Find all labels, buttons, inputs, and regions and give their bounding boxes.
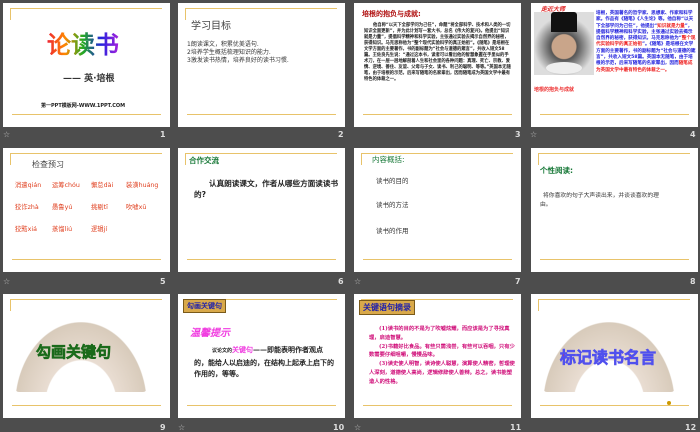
quote-item: (2)书籍好比食品。有些只需浅尝，有些可以吞咽，只有少数需要仔细咀嚼，慢慢品味。	[369, 343, 515, 359]
word-item: 懈怠dài	[91, 182, 114, 189]
slide-title: 勾画关键句	[36, 343, 112, 362]
goal-item: 2培养学生概括梳理知识的能力.	[187, 49, 271, 56]
word-item: 逻辑jí	[91, 226, 108, 233]
word-item: 吹嘘xū	[126, 204, 147, 211]
hat-shape	[551, 12, 577, 32]
word-item: 愚鲁yú	[52, 204, 73, 211]
slide-number: 3	[515, 130, 521, 139]
slide-body: 认真朗读课文，作者从哪些方面读读书的?	[194, 179, 339, 199]
slide-title: 学习目标	[191, 21, 231, 32]
slide-title: 内容概括:	[372, 155, 405, 164]
goal-item: 1朗读课文，积累优美语句.	[187, 41, 259, 48]
slide-thumbnail-8[interactable]: 个性阅读: 将你喜欢的句子大声读出来，并谈谈喜欢的理由。	[531, 148, 698, 272]
word-grid: 消遣qián 运筹chóu 懈怠dài 装潢huáng 狡诈zhà 愚鲁yú 挑剔tī 吹嘘…	[15, 175, 158, 241]
ruff-collar	[546, 62, 582, 74]
word-item: 挑剔tī	[91, 204, 108, 211]
slide-number: 4	[690, 130, 696, 139]
slide-thumbnail-5[interactable]: 检查预习 消遣qián 运筹chóu 懈怠dài 装潢huáng 狡诈zhà 愚鲁yú 挑…	[3, 148, 170, 272]
slide-thumbnail-11[interactable]: 关键语句摘录 (1)读书的目的不是为了吹嘘炫耀，而应该是为了寻找真理，启迪智慧。…	[354, 294, 521, 418]
transition-icon[interactable]: ☆	[3, 277, 10, 286]
slide-number: 5	[160, 277, 166, 286]
word-item: 运筹chóu	[52, 182, 80, 189]
slide-title: 论读书	[47, 25, 119, 60]
quote-item: (1)读书的目的不是为了吹嘘炫耀，而应该是为了寻找真理，启迪智慧。	[369, 326, 510, 341]
summary-item: 读书的作用	[376, 227, 409, 235]
slide-title: 标记读书名言	[560, 348, 657, 368]
slide-number: 7	[515, 277, 521, 286]
slide-thumbnail-12[interactable]: 标记读书名言	[531, 294, 698, 418]
word-item: 装潢huáng	[126, 182, 159, 189]
slide-number: 8	[690, 277, 696, 286]
sound-icon	[667, 401, 671, 405]
slide-thumbnail-7[interactable]: 内容概括: 读书的目的 读书的方法 读书的作用	[354, 148, 521, 272]
goal-item: 3激发读书热情，培养良好的读书习惯.	[187, 57, 289, 64]
slide-title: 个性阅读:	[540, 166, 573, 175]
word-item: 狡诈zhà	[15, 204, 39, 211]
slide-title: 检查预习	[32, 160, 64, 169]
transition-icon[interactable]: ☆	[530, 130, 537, 139]
slide-body: 培根，英国著名的哲学家、思想家、作家和科学家。作品有《随笔》《人生论》等。他自称…	[596, 11, 696, 74]
goal-list: 1朗读课文，积累优美语句. 2培养学生概括梳理知识的能力. 3激发读书热情，培养…	[187, 41, 289, 65]
slide-banner: 勾画关键句	[183, 299, 226, 313]
slide-thumbnail-10[interactable]: 勾画关键句 温馨提示 议论文的关键句——即能表明作者观点的，能给人以启迪的，在结…	[178, 294, 345, 418]
slide-title: 培根的抱负与成就:	[362, 10, 421, 18]
slide-number: 2	[338, 130, 344, 139]
lead-text: 议论文的	[212, 348, 233, 354]
word-item: 蒸馏liú	[52, 226, 73, 233]
word-item: 狡黠xiá	[15, 226, 37, 233]
portrait-caption: 培根的抱负与成就	[534, 87, 575, 93]
slide-thumbnail-4[interactable]: 走近大师 培根的抱负与成就 培根，英国著名的哲学家、思想家、作家和科学家。作品有…	[531, 3, 698, 127]
quote-item: (3)读史使人明智，读诗使人聪慧，演算使人精密，哲理使人深刻，道德使人高尚，逻辑…	[369, 361, 515, 385]
tip-heading: 温馨提示	[190, 328, 230, 339]
slide-banner: 关键语句摘录	[359, 300, 415, 315]
quote-list: (1)读书的目的不是为了吹嘘炫耀，而应该是为了寻找真理，启迪智慧。 (2)书籍好…	[369, 325, 517, 387]
key-text: 关键句	[232, 345, 254, 354]
slide-thumbnail-3[interactable]: 培根的抱负与成就: 他自称“以天下全部学问为己任”，命题“将全部科学、技术和人类…	[354, 3, 521, 127]
slide-thumbnail-2[interactable]: 学习目标 1朗读课文，积累优美语句. 2培养学生概括梳理知识的能力. 3激发读书…	[178, 3, 345, 127]
slide-body: 他自称“以天下全部学问为己任”，命题“将全部科学、技术和人类的一切知识全面更新”…	[364, 23, 511, 82]
slide-thumbnail-6[interactable]: 合作交流 认真朗读课文，作者从哪些方面读读书的?	[178, 148, 345, 272]
slide-author: —— 英·培根	[63, 74, 115, 84]
summary-item: 读书的方法	[376, 201, 409, 209]
slide-number: 1	[160, 130, 166, 139]
word-item: 消遣qián	[15, 182, 42, 189]
portrait-image	[534, 12, 594, 75]
slide-title: 合作交流	[189, 156, 219, 165]
slide-number: 6	[338, 277, 344, 286]
summary-item: 读书的目的	[376, 177, 409, 185]
slide-thumbnail-9[interactable]: 勾画关键句	[3, 294, 170, 418]
transition-icon[interactable]: ☆	[354, 277, 361, 286]
highlight-text: 知识就是力量	[657, 23, 685, 29]
slide-footer: 第一PPT模板网-WWW.1PPT.COM	[41, 103, 126, 109]
transition-icon[interactable]: ☆	[3, 130, 10, 139]
tip-body: 议论文的关键句——即能表明作者观点的，能给人以启迪的，在结构上起承上启下的作用的…	[194, 344, 334, 379]
slide-body: 将你喜欢的句子大声读出来，并谈谈喜欢的理由。	[540, 193, 659, 208]
slide-thumbnail-1[interactable]: 论读书 —— 英·培根 第一PPT模板网-WWW.1PPT.COM	[3, 3, 170, 127]
